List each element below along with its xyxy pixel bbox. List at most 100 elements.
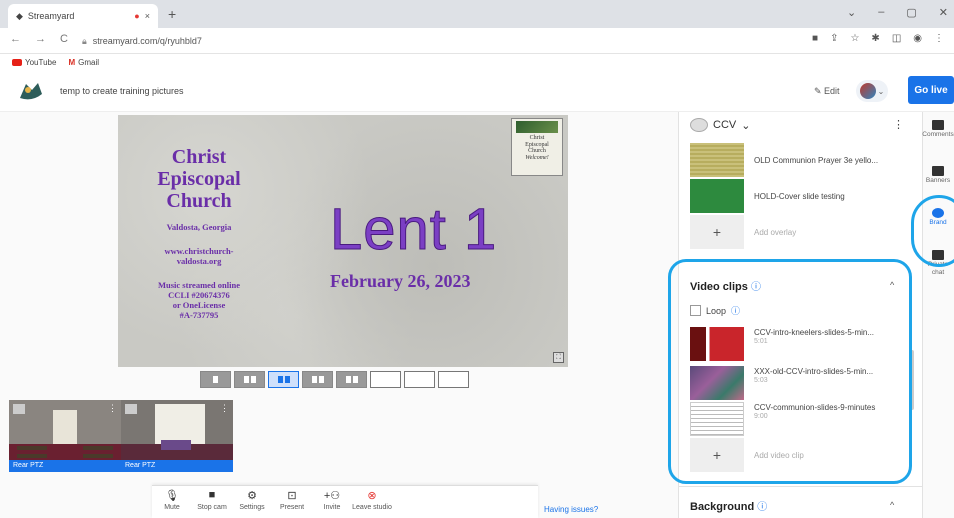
url-text: streamyard.com/q/ryuhbld7 — [92, 36, 202, 46]
slide-music-license: Music streamed online CCLI #20674376 or … — [157, 280, 240, 320]
camera-menu-icon[interactable]: ⋮ — [220, 403, 229, 414]
room-title: temp to create training pictures — [60, 86, 184, 96]
streamyard-logo-icon[interactable] — [18, 80, 44, 102]
new-tab-button[interactable]: + — [168, 6, 176, 22]
person-icon — [125, 404, 137, 414]
window-controls: ⌄ – ▢ ✕ — [847, 6, 948, 19]
account-avatar[interactable]: ⌄ — [856, 80, 888, 102]
edit-button[interactable]: ✎ Edit — [814, 86, 840, 97]
bookmark-star-icon[interactable]: ☆ — [850, 33, 859, 44]
bookmark-gmail[interactable]: M Gmail — [68, 58, 99, 67]
tab-search-icon[interactable]: ⌄ — [847, 6, 856, 19]
minimize-button[interactable]: – — [878, 6, 884, 19]
brand-name: CCV — [713, 119, 737, 131]
share-icon[interactable]: ⇪ — [830, 33, 838, 44]
add-overlay-button[interactable]: + Add overlay — [690, 215, 908, 249]
invite-button[interactable]: +⚇ Invite — [312, 489, 352, 511]
comment-icon — [932, 120, 944, 130]
slide-church-name: Christ Episcopal Church — [157, 146, 241, 212]
help-icon[interactable]: ⓘ — [757, 502, 767, 513]
browser-tab[interactable]: ◆ Streamyard ● × — [8, 4, 158, 28]
present-button[interactable]: ⊡ Present — [272, 489, 312, 511]
brand-logo-icon — [690, 118, 708, 132]
forward-icon[interactable]: → — [35, 33, 46, 45]
layout-group-button[interactable] — [268, 371, 299, 388]
overlay-thumbnail — [690, 179, 744, 213]
leave-studio-button[interactable]: ⊗ Leave studio — [352, 489, 392, 511]
overlay-thumbnail — [690, 143, 744, 177]
extensions-icon[interactable]: ✱ — [871, 33, 879, 44]
overlay-title: OLD Communion Prayer 3e yello... — [754, 155, 879, 165]
leave-icon: ⊗ — [367, 490, 377, 502]
overlay-item[interactable]: OLD Communion Prayer 3e yello... — [690, 143, 908, 177]
maximize-button[interactable]: ▢ — [906, 6, 916, 19]
settings-button[interactable]: ⚙ Settings — [232, 489, 272, 511]
layout-solo-button[interactable] — [200, 371, 231, 388]
pencil-icon: ✎ — [814, 86, 825, 96]
layout-thin-button[interactable] — [234, 371, 265, 388]
slide-left-column: Christ Episcopal Church Valdosta, Georgi… — [126, 146, 272, 320]
slide-date: February 26, 2023 — [330, 271, 471, 291]
person-icon — [13, 404, 25, 414]
highlight-ring — [911, 195, 954, 267]
section-divider — [678, 486, 922, 487]
layout-background-only-button[interactable] — [438, 371, 469, 388]
camera-label: Rear PTZ — [9, 460, 121, 472]
close-tab-icon[interactable]: × — [145, 11, 150, 21]
present-screen-icon: ⊡ — [287, 490, 297, 502]
profile-icon[interactable]: ◉ — [913, 33, 922, 44]
camera-menu-icon[interactable]: ⋮ — [108, 403, 117, 414]
layout-leader-button[interactable] — [302, 371, 333, 388]
studio-toolbar: 🎙︎ Mute ■ Stop cam ⚙ Settings ⊡ Present +⚇ In… — [152, 485, 538, 518]
sidebar-icon[interactable]: ◫ — [892, 33, 901, 44]
more-menu-icon[interactable]: ⋮ — [934, 33, 944, 44]
reload-icon[interactable]: C — [60, 33, 68, 45]
streamyard-favicon-icon: ◆ — [16, 10, 23, 21]
plus-icon: + — [690, 215, 744, 249]
chevron-down-icon: ⌄ — [877, 86, 885, 96]
chevron-down-icon: ⌄ — [741, 119, 751, 132]
camera-tile[interactable]: ⋮ Rear PTZ — [121, 400, 233, 472]
go-live-button[interactable]: Go live — [908, 76, 954, 104]
church-roof-image — [516, 121, 558, 133]
gear-icon: ⚙ — [247, 490, 257, 502]
close-window-button[interactable]: ✕ — [939, 6, 948, 19]
add-overlay-label: Add overlay — [754, 227, 797, 237]
tab-title: Streamyard — [27, 11, 75, 21]
layout-selector — [200, 371, 469, 388]
highlight-ring — [668, 259, 912, 484]
brand-selector[interactable]: CCV ⌄ — [690, 118, 750, 132]
collapse-background-icon[interactable]: ^ — [890, 500, 894, 510]
layout-picture-in-picture-button[interactable] — [370, 371, 401, 388]
rail-banners-button[interactable]: Banners — [922, 166, 954, 184]
having-issues-link[interactable]: Having issues? — [544, 505, 598, 514]
nav-buttons: ← → C — [10, 33, 68, 45]
fullscreen-icon[interactable]: ⛶ — [553, 352, 564, 363]
browser-toolbar-icons: ■ ⇪ ☆ ✱ ◫ ◉ ⋮ — [812, 33, 944, 44]
back-icon[interactable]: ← — [10, 33, 21, 45]
layout-screen-button[interactable] — [336, 371, 367, 388]
bookmark-youtube[interactable]: YouTube — [12, 58, 56, 67]
slide-city: Valdosta, Georgia — [166, 222, 232, 232]
lock-icon: 🔒︎ — [82, 35, 87, 46]
slide-website: www.christchurch- valdosta.org — [164, 246, 234, 266]
rail-comments-button[interactable]: Comments — [922, 120, 954, 138]
layout-cinema-button[interactable] — [404, 371, 435, 388]
youtube-icon — [12, 58, 22, 66]
brand-menu-icon[interactable]: ⋮ — [893, 118, 904, 131]
camera-indicator-icon[interactable]: ■ — [812, 33, 818, 44]
avatar-image — [859, 83, 876, 99]
recording-dot-icon: ● — [134, 11, 140, 21]
overlay-title: HOLD-Cover slide testing — [754, 191, 845, 201]
camera-tile[interactable]: ⋮ Rear PTZ — [9, 400, 121, 472]
background-heading: Background ⓘ — [690, 501, 768, 513]
microphone-icon: 🎙︎ — [165, 490, 179, 502]
church-badge-logo: Christ Episcopal Church Welcome! — [511, 118, 563, 176]
bookmarks-bar: YouTube M Gmail — [0, 54, 954, 70]
camera-icon: ■ — [208, 489, 216, 501]
overlay-item[interactable]: HOLD-Cover slide testing — [690, 179, 908, 213]
mute-button[interactable]: 🎙︎ Mute — [152, 489, 192, 511]
stop-cam-button[interactable]: ■ Stop cam — [192, 489, 232, 511]
banner-icon — [932, 166, 944, 176]
gmail-icon: M — [68, 57, 76, 67]
